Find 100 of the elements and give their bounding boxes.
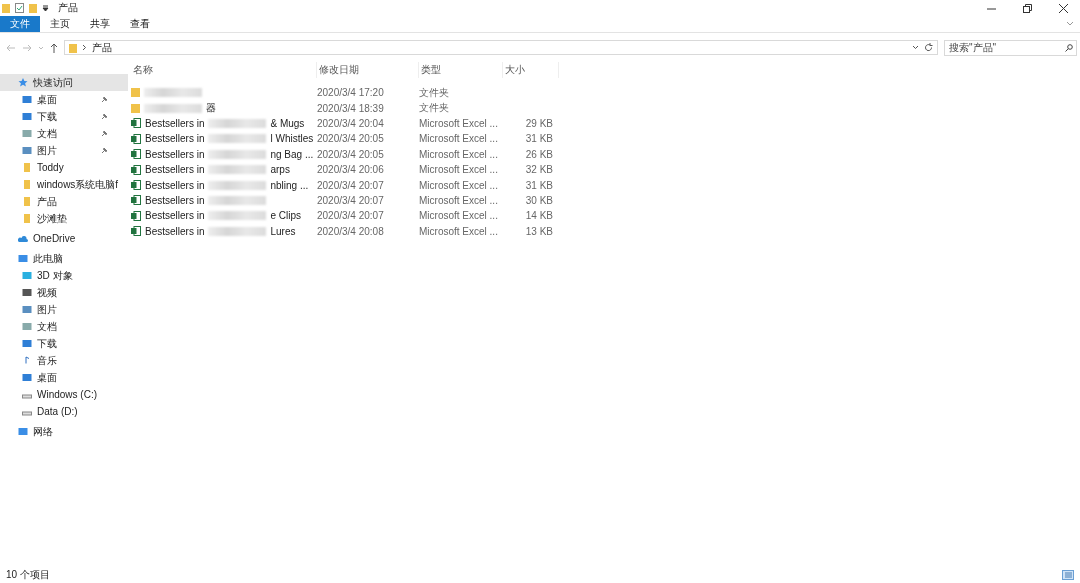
file-name[interactable]: Bestsellers in	[145, 210, 205, 222]
nav-item[interactable]: 快速访问	[0, 74, 128, 91]
table-cell-text: 31 KB	[524, 133, 554, 145]
nav-item[interactable]: windows系统电脑f	[0, 176, 122, 193]
table-cell-text: 29 KB	[524, 117, 554, 129]
nav-item[interactable]: 下载	[0, 108, 122, 125]
nav-item[interactable]: Data (D:)	[0, 403, 122, 420]
table-cell-text: 2020/3/4 20:07	[317, 179, 385, 191]
pin-icon[interactable]	[101, 113, 108, 120]
table-cell-text: Microsoft Excel ...	[419, 194, 499, 206]
spreadsheet-icon	[131, 149, 141, 160]
path-segment[interactable]: 产品	[92, 40, 112, 55]
ribbon-tab[interactable]: 共享	[80, 16, 120, 32]
spreadsheet-icon	[131, 195, 141, 206]
spreadsheet-icon	[131, 164, 141, 175]
pin-icon[interactable]	[101, 147, 108, 154]
nav-item[interactable]: 产品	[0, 193, 122, 210]
pin-icon[interactable]	[101, 130, 108, 137]
file-name[interactable]: 器	[206, 101, 216, 116]
table-cell-text: Microsoft Excel ...	[419, 164, 499, 176]
table-cell-text: Microsoft Excel ...	[419, 210, 499, 222]
redaction-blur	[208, 165, 267, 175]
close-icon[interactable]	[1059, 3, 1068, 13]
file-name[interactable]: l Whistles	[270, 133, 314, 145]
file-name[interactable]: nbling ...	[270, 179, 309, 191]
file-name[interactable]: arps	[270, 164, 290, 176]
nav-item[interactable]: 网络	[0, 423, 122, 440]
table-cell-text: 2020/3/4 20:06	[317, 164, 385, 176]
table-cell-text: 2020/3/4 18:39	[317, 102, 385, 114]
column-header[interactable]: 名称	[131, 62, 317, 78]
table-cell-text: Microsoft Excel ...	[419, 148, 499, 160]
nav-item[interactable]: Windows (C:)	[0, 386, 122, 403]
file-name[interactable]: Bestsellers in	[145, 164, 205, 176]
restore-icon[interactable]	[1023, 3, 1032, 13]
spreadsheet-icon	[131, 133, 141, 144]
spreadsheet-icon	[131, 210, 141, 221]
nav-item[interactable]: 音乐	[0, 352, 122, 369]
expand-ribbon-icon[interactable]	[1066, 21, 1074, 27]
file-name[interactable]: ng Bag ...	[270, 148, 314, 160]
file-name[interactable]: Bestsellers in	[145, 148, 205, 160]
file-name[interactable]: Bestsellers in	[145, 194, 205, 206]
table-cell-text: Microsoft Excel ...	[419, 225, 499, 237]
caret-icon[interactable]	[912, 45, 919, 50]
music-note-icon	[22, 356, 32, 365]
redaction-blur	[208, 149, 267, 159]
column-header[interactable]: 修改日期	[317, 62, 419, 78]
nav-item[interactable]: 文档	[0, 318, 122, 335]
nav-item[interactable]: 下载	[0, 335, 122, 352]
chevron-icon	[82, 44, 87, 51]
nav-item[interactable]: 图片	[0, 301, 122, 318]
redaction-blur	[208, 180, 267, 190]
file-name[interactable]: & Mugs	[270, 117, 305, 129]
table-cell-text: 13 KB	[524, 225, 554, 237]
redaction-blur	[144, 103, 202, 113]
pin-icon[interactable]	[101, 96, 108, 103]
spreadsheet-icon	[131, 180, 141, 191]
nav-item[interactable]: 视频	[0, 284, 122, 301]
column-header[interactable]: 大小	[503, 62, 559, 78]
file-name[interactable]: Lures	[270, 225, 296, 237]
redaction-blur	[208, 211, 267, 221]
spreadsheet-icon	[131, 118, 141, 129]
nav-item[interactable]: 此电脑	[0, 250, 122, 267]
table-cell-text: 30 KB	[524, 194, 554, 206]
checkbox-icon[interactable]	[15, 3, 24, 13]
redaction-blur	[208, 226, 267, 236]
file-name[interactable]: Bestsellers in	[145, 179, 205, 191]
nav-item[interactable]: 沙滩垫	[0, 210, 122, 227]
search-icon	[1065, 43, 1073, 52]
nav-item[interactable]: 桌面	[0, 369, 122, 386]
file-name[interactable]: Bestsellers in	[145, 133, 205, 145]
ribbon-tab[interactable]: 主页	[40, 16, 80, 32]
table-cell-text: Microsoft Excel ...	[419, 179, 499, 191]
column-header[interactable]: 类型	[419, 62, 503, 78]
nav-item[interactable]: OneDrive	[0, 230, 122, 247]
ribbon-tab[interactable]: 文件	[0, 16, 40, 32]
address-bar[interactable]: 产品	[64, 40, 938, 55]
redaction-blur	[144, 88, 202, 98]
folder-icon	[2, 3, 10, 13]
file-name[interactable]: Bestsellers in	[145, 225, 205, 237]
table-cell-text: 2020/3/4 20:04	[317, 117, 385, 129]
nav-item[interactable]: 桌面	[0, 91, 122, 108]
refresh-icon[interactable]	[924, 43, 933, 52]
nav-item[interactable]: 文档	[0, 125, 122, 142]
redaction-blur	[208, 195, 267, 205]
file-name[interactable]: Bestsellers in	[145, 117, 205, 129]
file-name[interactable]: e Clips	[270, 210, 302, 222]
nav-item[interactable]: 图片	[0, 142, 122, 159]
table-cell-text: 26 KB	[524, 148, 554, 160]
up-arrow-icon[interactable]	[50, 42, 58, 53]
folder-icon	[69, 42, 77, 53]
nav-item[interactable]: Toddy	[0, 159, 122, 176]
table-cell-text: 32 KB	[524, 164, 554, 176]
ribbon-tab[interactable]: 查看	[120, 16, 160, 32]
dropdown-icon[interactable]	[42, 4, 49, 12]
table-cell-text: Microsoft Excel ...	[419, 117, 499, 129]
table-cell-text: 2020/3/4 17:20	[317, 87, 385, 99]
table-cell-text: 2020/3/4 20:05	[317, 148, 385, 160]
nav-item[interactable]: 3D 对象	[0, 267, 122, 284]
search-field[interactable]: 搜索"产品"	[944, 39, 1077, 56]
table-cell-text: 31 KB	[524, 179, 554, 191]
